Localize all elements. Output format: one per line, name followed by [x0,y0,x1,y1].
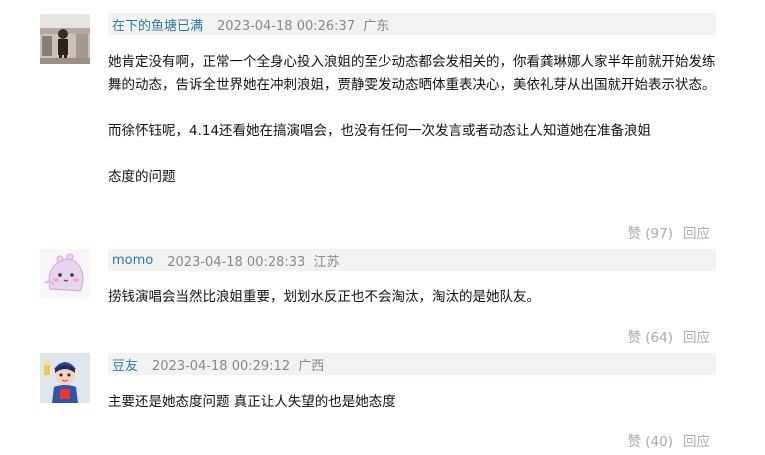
comment-header: 豆友 2023-04-18 00:29:12 广西 [108,353,716,375]
comment-time: 2023-04-18 00:28:33 [167,254,306,270]
comment-meta: 2023-04-18 00:26:37 广东 [217,15,389,34]
cartoon-character-avatar-icon [40,353,90,403]
comment-meta: 2023-04-18 00:28:33 江苏 [167,251,339,270]
comment-header: momo 2023-04-18 00:28:33 江苏 [108,249,716,271]
comment-text: 她肯定没有啊，正常一个全身心投入浪姐的至少动态都会发相关的，你看龚琳娜人家半年前… [108,54,716,185]
user-photo-avatar-icon [40,14,90,64]
reply-button[interactable]: 回应 [683,326,710,346]
comment-text: 捞钱演唱会当然比浪姐重要，划划水反正也不会淘汰，淘汰的是她队友。 [108,289,540,305]
comment-meta: 2023-04-18 00:29:12 广西 [152,355,324,374]
author-link[interactable]: 豆友 [112,355,138,374]
avatar[interactable] [40,249,90,299]
author-link[interactable]: 在下的鱼塘已满 [112,15,203,34]
comment-text: 主要还是她态度问题 真正让人失望的也是她态度 [108,394,396,410]
reply-button[interactable]: 回应 [683,430,710,450]
cartoon-creature-avatar-icon [40,249,90,299]
comment-time: 2023-04-18 00:26:37 [217,18,356,34]
vote-button[interactable]: 赞 (97) [627,222,673,242]
reply-button[interactable]: 回应 [683,222,710,242]
comment-actions: 赞 (64) 回应 [627,326,710,346]
avatar[interactable] [40,353,90,403]
avatar[interactable] [40,14,90,64]
author-link[interactable]: momo [112,253,153,268]
comment-location: 广西 [298,358,325,374]
comment-location: 江苏 [313,254,340,270]
comment-actions: 赞 (97) 回应 [627,222,710,242]
vote-button[interactable]: 赞 (40) [627,430,673,450]
comment-location: 广东 [363,18,390,34]
comment-time: 2023-04-18 00:29:12 [152,358,291,374]
comment-actions: 赞 (40) 回应 [627,430,710,450]
comment-header: 在下的鱼塘已满 2023-04-18 00:26:37 广东 [108,13,716,35]
vote-button[interactable]: 赞 (64) [627,326,673,346]
